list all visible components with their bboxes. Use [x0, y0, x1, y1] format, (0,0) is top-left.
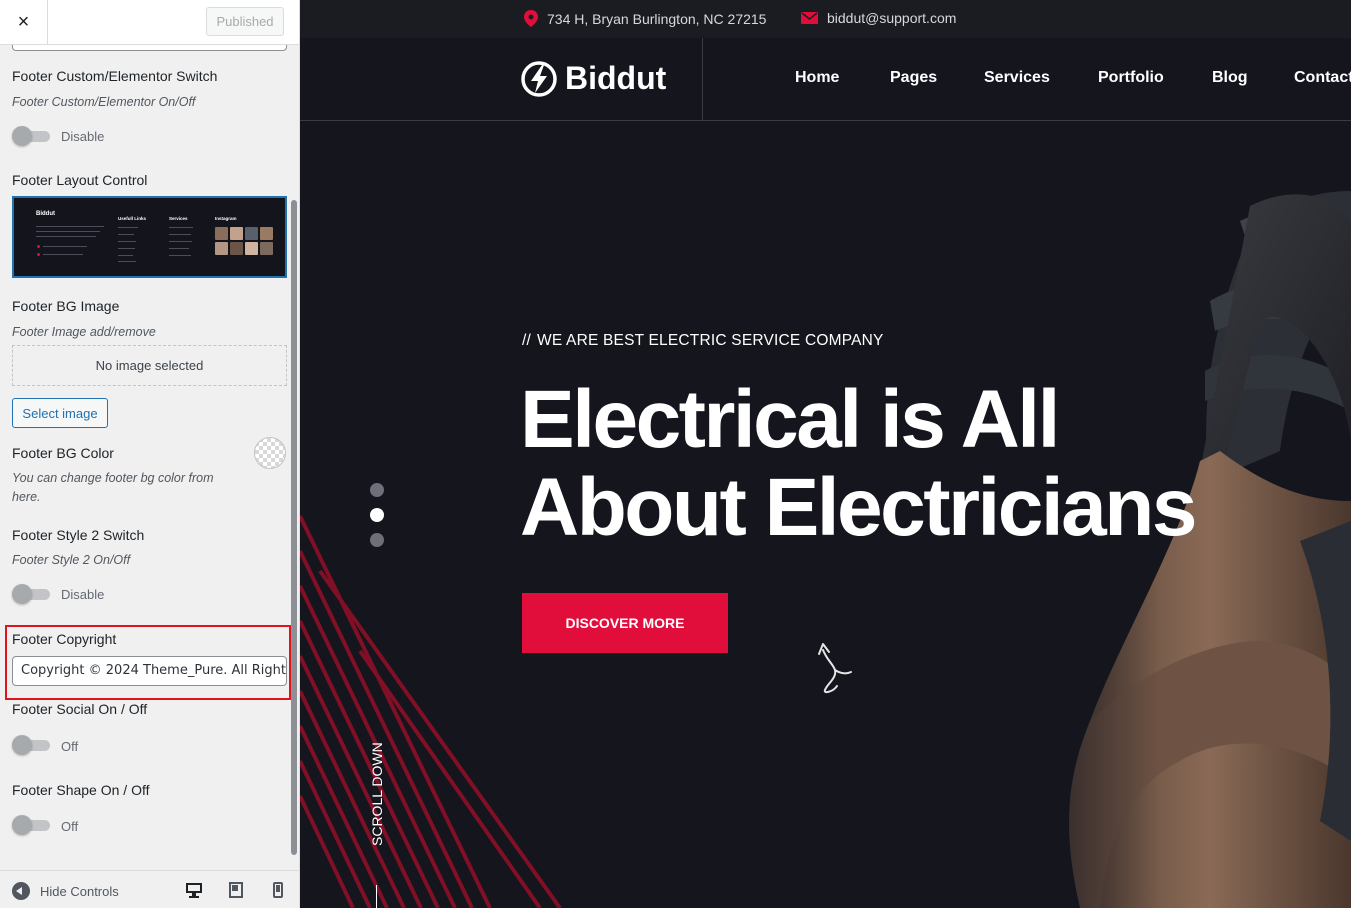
bg-image-desc: Footer Image add/remove: [12, 325, 156, 339]
mobile-preview-button[interactable]: [268, 880, 288, 900]
social-state: Off: [61, 739, 79, 754]
bg-color-picker[interactable]: [254, 437, 286, 469]
style2-desc: Footer Style 2 On/Off: [12, 553, 131, 567]
style2-title: Footer Style 2 Switch: [12, 527, 145, 543]
email-text: biddut@support.com: [827, 10, 957, 26]
nav-pages[interactable]: Pages: [890, 69, 937, 87]
copyright-title: Footer Copyright: [12, 631, 117, 647]
mobile-icon: [273, 882, 283, 898]
custom-switch-toggle[interactable]: [12, 126, 50, 146]
nav-blog[interactable]: Blog: [1212, 69, 1248, 87]
topbar-email[interactable]: biddut@support.com: [801, 10, 956, 26]
social-toggle[interactable]: [12, 735, 50, 755]
scroll-down-line: [376, 885, 377, 908]
custom-switch-state: Disable: [61, 129, 105, 144]
bolt-logo-icon: [521, 60, 557, 97]
style2-toggle[interactable]: [12, 584, 50, 604]
site-preview: 734 H, Bryan Burlington, NC 27215 biddut…: [300, 0, 1351, 908]
site-logo[interactable]: Biddut: [521, 60, 666, 97]
nav-services[interactable]: Services: [984, 69, 1050, 87]
topbar-address[interactable]: 734 H, Bryan Burlington, NC 27215: [524, 10, 766, 27]
select-image-button[interactable]: Select image: [12, 398, 108, 428]
previous-field[interactable]: [12, 45, 287, 51]
slider-dot-3[interactable]: [370, 533, 384, 547]
shape-toggle[interactable]: [12, 815, 50, 835]
hide-controls-button[interactable]: Hide Controls: [12, 882, 119, 900]
scroll-down-label[interactable]: SCROLL DOWN: [369, 742, 385, 846]
tablet-icon: [229, 882, 243, 898]
hero-title-line1: Electrical is All: [520, 374, 1060, 465]
hero-title: Electrical is All About Electricians: [520, 374, 1197, 553]
style2-state: Disable: [61, 587, 105, 602]
customizer-header: × Published: [0, 0, 299, 45]
desktop-preview-button[interactable]: [184, 880, 204, 900]
custom-switch-title: Footer Custom/Elementor Switch: [12, 68, 218, 84]
nav-divider: [702, 38, 703, 121]
bg-image-title: Footer BG Image: [12, 298, 120, 314]
kicker-mark: //: [522, 332, 532, 349]
shape-title: Footer Shape On / Off: [12, 782, 150, 798]
hide-controls-label: Hide Controls: [40, 883, 119, 899]
thumb-col3-head: Instagram: [215, 216, 237, 221]
envelope-icon: [801, 12, 818, 24]
kicker-text: WE ARE BEST ELECTRIC SERVICE COMPANY: [537, 332, 884, 349]
published-button[interactable]: Published: [206, 7, 284, 36]
discover-more-button[interactable]: DISCOVER MORE: [522, 593, 728, 653]
customizer-footer: Hide Controls: [0, 870, 299, 908]
site-navbar: Biddut Home Pages Services Portfolio Blo…: [300, 38, 1351, 121]
desktop-icon: [186, 883, 202, 898]
thumb-logo: Biddut: [36, 211, 55, 217]
squiggle-arrow-icon: [818, 643, 852, 694]
no-image-placeholder: No image selected: [12, 345, 287, 386]
bg-color-desc-2: here.: [12, 490, 41, 504]
slider-dot-2[interactable]: [370, 508, 384, 522]
map-pin-icon: [524, 10, 538, 27]
brand-name: Biddut: [565, 60, 667, 96]
address-text: 734 H, Bryan Burlington, NC 27215: [547, 10, 767, 27]
sidebar-scrollbar[interactable]: [291, 200, 297, 855]
hero-kicker: // WE ARE BEST ELECTRIC SERVICE COMPANY: [522, 332, 884, 350]
nav-portfolio[interactable]: Portfolio: [1098, 69, 1164, 87]
collapse-icon: [12, 882, 30, 900]
copyright-input[interactable]: Copyright © 2024 Theme_Pure. All Rights …: [12, 656, 287, 686]
slider-dot-1[interactable]: [370, 483, 384, 497]
layout-control-title: Footer Layout Control: [12, 172, 148, 188]
close-icon: ×: [17, 10, 30, 33]
bg-color-desc: You can change footer bg color from: [12, 471, 214, 485]
footer-layout-thumbnail[interactable]: Biddut Usefull Links Services Instagram: [12, 196, 287, 278]
shape-state: Off: [61, 819, 79, 834]
customizer-sidebar: × Published Footer Custom/Elementor Swit…: [0, 0, 300, 908]
site-topbar: 734 H, Bryan Burlington, NC 27215 biddut…: [300, 0, 1351, 38]
close-customizer-button[interactable]: ×: [0, 0, 48, 44]
social-title: Footer Social On / Off: [12, 701, 148, 717]
tablet-preview-button[interactable]: [226, 880, 246, 900]
hero-title-line2: About Electricians: [520, 462, 1197, 553]
bg-color-title: Footer BG Color: [12, 445, 114, 461]
nav-contact[interactable]: Contact: [1294, 69, 1351, 87]
thumb-col2-head: Services: [169, 216, 188, 221]
thumb-col1-head: Usefull Links: [118, 216, 147, 221]
custom-switch-desc: Footer Custom/Elementor On/Off: [12, 95, 196, 109]
nav-home[interactable]: Home: [795, 69, 839, 87]
controls-panel: Footer Custom/Elementor Switch Footer Cu…: [0, 45, 299, 870]
